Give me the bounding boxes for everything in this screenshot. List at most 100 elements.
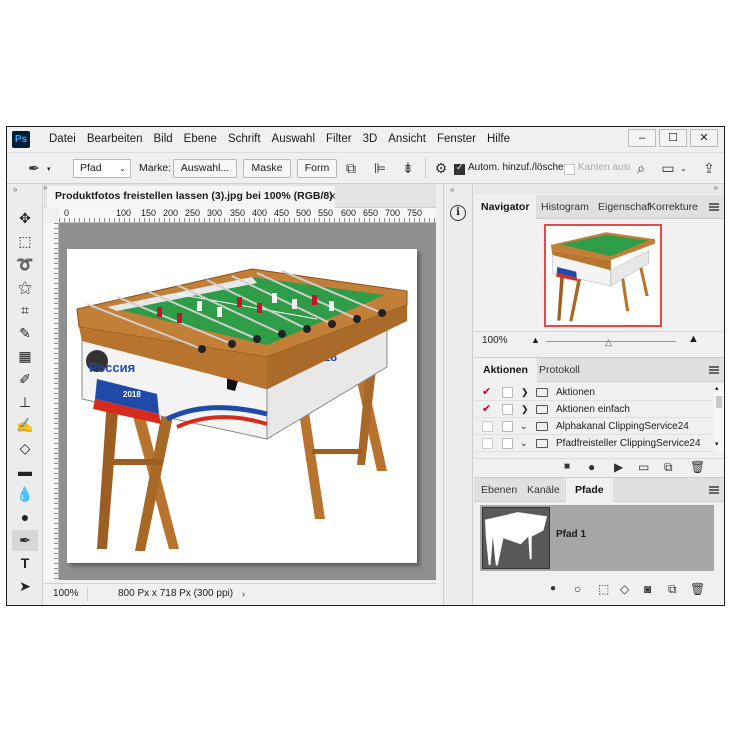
brush-tool-icon[interactable]: ✐ bbox=[12, 369, 38, 390]
mode-select[interactable]: Pfad ⌄ bbox=[73, 159, 131, 178]
menu-ebene[interactable]: Ebene bbox=[184, 133, 217, 145]
menu-fenster[interactable]: Fenster bbox=[437, 133, 476, 145]
scroll-up-icon[interactable]: ▴ bbox=[715, 384, 719, 392]
rectangle-tool-icon[interactable]: ▭ bbox=[12, 597, 38, 605]
scroll-down-icon[interactable]: ▾ bbox=[715, 440, 719, 448]
chevron-down-icon[interactable]: ⌄ bbox=[520, 418, 528, 435]
blur-tool-icon[interactable]: 💧 bbox=[12, 484, 38, 505]
tab-kanaele[interactable]: Kanäle bbox=[520, 478, 567, 502]
zoom-level[interactable]: 100% bbox=[53, 584, 79, 604]
document-canvas[interactable]: Россия 2018 2:18 bbox=[59, 223, 436, 580]
close-tab-icon[interactable]: × bbox=[329, 186, 336, 206]
zoom-in-icon[interactable]: ▲ bbox=[688, 333, 699, 345]
make-work-path-icon[interactable]: ◇ bbox=[620, 582, 629, 596]
dialog-toggle[interactable] bbox=[502, 387, 513, 398]
action-row[interactable]: ✔ ❯ Aktionen bbox=[474, 384, 712, 401]
action-row[interactable]: ✔ ❯ Aktionen einfach bbox=[474, 401, 712, 418]
menu-auswahl[interactable]: Auswahl bbox=[272, 133, 315, 145]
menu-filter[interactable]: Filter bbox=[326, 133, 352, 145]
auto-add-checkbox[interactable]: ✓ bbox=[454, 162, 465, 175]
actions-scrollbar[interactable]: ▴ ▾ bbox=[714, 384, 724, 452]
path-alignment-icon[interactable]: ⊫ bbox=[369, 159, 391, 177]
tab-pfade[interactable]: Pfade bbox=[566, 478, 613, 502]
search-icon[interactable]: ⌕ bbox=[631, 159, 651, 177]
minimize-icon[interactable]: – bbox=[628, 129, 656, 147]
action-row[interactable]: ⌄ Pfadfreisteller ClippingService24 bbox=[474, 435, 712, 452]
stroke-path-icon[interactable]: ○ bbox=[574, 582, 581, 596]
check-icon[interactable]: ✔ bbox=[482, 401, 491, 418]
type-tool-icon[interactable]: T bbox=[12, 553, 38, 574]
menu-datei[interactable]: Datei bbox=[49, 133, 76, 145]
include-toggle[interactable] bbox=[482, 421, 493, 432]
dodge-tool-icon[interactable]: ● bbox=[12, 507, 38, 528]
menu-ansicht[interactable]: Ansicht bbox=[388, 133, 426, 145]
tab-korrekturen[interactable]: Korrekture bbox=[642, 195, 705, 219]
path-operations-icon[interactable]: ⧉ bbox=[340, 159, 362, 177]
include-toggle[interactable] bbox=[482, 438, 493, 449]
move-tool-icon[interactable]: ✥ bbox=[12, 208, 38, 229]
form-button[interactable]: Form bbox=[297, 159, 337, 178]
chevron-down-icon[interactable]: ⌄ bbox=[520, 435, 528, 452]
lasso-tool-icon[interactable]: ➰ bbox=[12, 254, 38, 275]
navigator-preview[interactable] bbox=[544, 224, 662, 327]
action-row[interactable]: ⌄ Alphakanal ClippingService24 bbox=[474, 418, 712, 435]
stop-icon[interactable]: ■ bbox=[564, 461, 570, 472]
menu-hilfe[interactable]: Hilfe bbox=[487, 133, 510, 145]
align-edges-checkbox[interactable] bbox=[564, 164, 575, 175]
history-brush-tool-icon[interactable]: ✍ bbox=[12, 415, 38, 436]
dialog-toggle[interactable] bbox=[502, 421, 513, 432]
workspace-icon[interactable]: ▭ bbox=[657, 159, 679, 177]
tab-aktionen[interactable]: Aktionen bbox=[474, 358, 537, 382]
pen-tool-icon[interactable]: ✒ bbox=[12, 530, 38, 551]
gear-icon[interactable]: ⚙ bbox=[431, 159, 451, 177]
tab-navigator[interactable]: Navigator bbox=[474, 195, 537, 219]
chevron-right-icon[interactable]: ❯ bbox=[521, 384, 529, 401]
zoom-out-icon[interactable]: ▲ bbox=[531, 335, 540, 345]
menu-bild[interactable]: Bild bbox=[153, 133, 172, 145]
menu-3d[interactable]: 3D bbox=[363, 133, 378, 145]
gradient-tool-icon[interactable]: ▬ bbox=[12, 461, 38, 482]
chevron-right-icon[interactable]: ❯ bbox=[521, 401, 529, 418]
maske-button[interactable]: Maske bbox=[243, 159, 291, 178]
pen-tool-preset-icon[interactable]: ✒ bbox=[23, 159, 45, 177]
dialog-toggle[interactable] bbox=[502, 438, 513, 449]
record-icon[interactable]: ● bbox=[588, 460, 595, 474]
tab-protokoll[interactable]: Protokoll bbox=[532, 358, 587, 382]
menu-schrift[interactable]: Schrift bbox=[228, 133, 261, 145]
collapse-icon[interactable]: « bbox=[450, 185, 454, 194]
chevron-right-icon[interactable]: › bbox=[242, 584, 245, 604]
load-as-selection-icon[interactable]: ⬚ bbox=[598, 582, 609, 596]
auswahl-button[interactable]: Auswahl... bbox=[173, 159, 237, 178]
panel-menu-icon[interactable] bbox=[709, 486, 719, 494]
navigator-zoom-value[interactable]: 100% bbox=[482, 335, 508, 346]
magic-wand-tool-icon[interactable]: ⚝ bbox=[12, 277, 38, 298]
path-arrangement-icon[interactable]: ⇟ bbox=[397, 159, 419, 177]
collapse-icon[interactable]: » bbox=[13, 185, 17, 194]
panel-menu-icon[interactable] bbox=[709, 203, 719, 211]
info-icon[interactable]: i bbox=[450, 205, 466, 221]
check-icon[interactable]: ✔ bbox=[482, 384, 491, 401]
play-icon[interactable]: ▶ bbox=[614, 460, 623, 474]
panel-menu-icon[interactable] bbox=[709, 366, 719, 374]
fill-path-icon[interactable]: ● bbox=[550, 583, 556, 594]
maximize-icon[interactable]: ☐ bbox=[659, 129, 687, 147]
tab-ebenen[interactable]: Ebenen bbox=[474, 478, 524, 502]
close-icon[interactable]: ✕ bbox=[690, 129, 718, 147]
eraser-tool-icon[interactable]: ◇ bbox=[12, 438, 38, 459]
document-tab[interactable]: Produktfotos freistellen lassen (3).jpg … bbox=[47, 186, 336, 208]
stamp-tool-icon[interactable]: ⊥ bbox=[12, 392, 38, 413]
crop-tool-icon[interactable]: ⌗ bbox=[12, 300, 38, 321]
zoom-slider-thumb[interactable]: △ bbox=[605, 337, 612, 348]
path-row[interactable]: Pfad 1 bbox=[480, 505, 714, 571]
marquee-tool-icon[interactable]: ⬚ bbox=[12, 231, 38, 252]
new-set-icon[interactable]: ▭ bbox=[638, 460, 649, 474]
healing-brush-tool-icon[interactable]: ▦ bbox=[12, 346, 38, 367]
path-selection-tool-icon[interactable]: ➤ bbox=[12, 576, 38, 597]
scrollbar-thumb[interactable] bbox=[716, 396, 722, 408]
new-action-icon[interactable]: ⧉ bbox=[664, 460, 673, 475]
menu-bearbeiten[interactable]: Bearbeiten bbox=[87, 133, 143, 145]
collapse-icon[interactable]: » bbox=[714, 183, 718, 192]
dialog-toggle[interactable] bbox=[502, 404, 513, 415]
eyedropper-tool-icon[interactable]: ✎ bbox=[12, 323, 38, 344]
add-mask-icon[interactable]: ◙ bbox=[644, 582, 651, 596]
